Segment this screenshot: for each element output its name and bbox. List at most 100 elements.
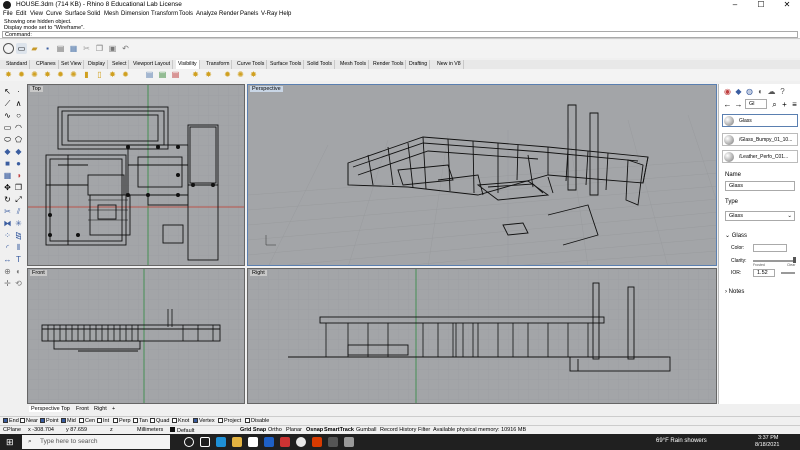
display-tab-icon[interactable]: ◍ [744,86,755,97]
boolean-icon[interactable]: ◑ [13,170,24,181]
show-all-icon[interactable]: ✹ [222,69,233,80]
menu-tools[interactable]: Tools [179,11,193,17]
menu-dimension[interactable]: Dimension [121,11,149,17]
show-objects-icon[interactable]: ✸ [42,69,53,80]
polygon-icon[interactable]: ⬠ [13,134,24,145]
store-icon[interactable] [248,437,258,447]
hide-objects-icon[interactable]: ✹ [55,69,66,80]
material-item[interactable]: Glass [722,114,798,127]
select-arrow-icon[interactable]: ↖ [2,86,13,97]
snap-quad[interactable]: Quad [150,418,169,424]
close-button[interactable]: ✕ [774,0,800,9]
forward-icon[interactable]: → [733,99,744,110]
command-input[interactable]: Command: [2,31,798,38]
join-icon[interactable]: ⧓ [2,218,13,229]
viewport-label[interactable]: Top [30,86,43,92]
polyline-icon[interactable]: ∧ [13,98,24,109]
viewport-label[interactable]: Perspective [250,86,283,92]
material-search-input[interactable]: Gl [745,99,767,109]
text-icon[interactable]: T [13,254,24,265]
app-icon[interactable] [328,437,338,447]
tab-new-in-v8[interactable]: New in V8 [435,60,464,69]
undo-icon[interactable]: ↶ [120,43,131,54]
menu-file[interactable]: File [3,11,13,17]
clock-time[interactable]: 3:37 PM [758,435,778,441]
add-viewport-tab-button[interactable]: + [110,406,117,412]
history-icon[interactable]: ⟲ [13,278,24,289]
snap-end[interactable]: End [3,418,19,424]
copy-icon[interactable]: ❐ [94,43,105,54]
split-icon[interactable]: ⫽ [13,206,24,217]
viewport-label[interactable]: Front [30,270,47,276]
osnap-toggle[interactable]: Osnap [306,427,323,433]
show-icon[interactable]: ✸ [190,69,201,80]
record-history-toggle[interactable]: Record History [380,427,416,433]
tab-set-view[interactable]: Set View [59,60,85,69]
minimize-button[interactable]: – [722,0,748,9]
viewport-perspective[interactable]: Perspective [247,84,717,266]
offset-icon[interactable]: ⫴ [13,242,24,253]
layer-off-icon[interactable]: ▤ [170,69,181,80]
tab-curve-tools[interactable]: Curve Tools [235,60,268,69]
clarity-slider[interactable] [753,260,793,262]
layer-indicator[interactable]: Default [170,427,194,434]
environment-tab-icon[interactable]: ☁ [766,86,777,97]
print-icon[interactable]: ▤ [55,43,66,54]
menu-vray[interactable]: V-Ray [261,11,277,17]
gumball-toggle[interactable]: Gumball [356,427,376,433]
trim-icon[interactable]: ✂ [2,206,13,217]
menu-transform[interactable]: Transform [151,11,178,17]
snap-vertex[interactable]: Vertex [193,418,215,424]
ior-input[interactable]: 1.52 [753,269,775,277]
mail-icon[interactable] [264,437,274,447]
sun-icon[interactable]: ✸ [3,69,14,80]
tab-visibility[interactable]: Visibility [176,60,200,69]
menu-icon[interactable]: ≡ [789,99,800,110]
menu-help[interactable]: Help [279,11,291,17]
tab-render-tools[interactable]: Render Tools [371,60,407,69]
scale-icon[interactable]: ⤢ [13,194,24,205]
rotate-icon[interactable]: ↻ [2,194,13,205]
cortana-icon[interactable] [184,437,194,447]
back-icon[interactable]: ← [722,99,733,110]
snap-perp[interactable]: Perp [113,418,131,424]
tab-surface-tools[interactable]: Surface Tools [268,60,305,69]
viewport-top[interactable]: Top [27,84,245,266]
menu-render[interactable]: Render [219,11,239,17]
cancel-icon[interactable] [3,43,14,54]
move-icon[interactable]: ✥ [2,182,13,193]
tab-drafting[interactable]: Drafting [407,60,431,69]
cplane-label[interactable]: CPlane [3,427,21,433]
menu-panels[interactable]: Panels [240,11,258,17]
show-selected-icon[interactable]: ✸ [107,69,118,80]
rectangle-icon[interactable]: ▭ [2,122,13,133]
box-icon[interactable]: ■ [2,158,13,169]
notes-section-header[interactable]: › Notes [725,289,744,295]
snap-near[interactable]: Near [20,418,38,424]
snap-cen[interactable]: Cen [79,418,95,424]
menu-analyze[interactable]: Analyze [196,11,217,17]
new-file-icon[interactable]: ▭ [16,43,27,54]
open-folder-icon[interactable]: ▰ [29,43,40,54]
layer-visible-icon[interactable]: ▤ [157,69,168,80]
menu-surface[interactable]: Surface [65,11,86,17]
material-item[interactable]: /Leather_Perfo_C01... [722,150,798,163]
tab-viewport-layout[interactable]: Viewport Layout [131,60,174,69]
arc-icon[interactable]: ◠ [13,122,24,133]
snap-int[interactable]: Int [97,418,109,424]
hide-icon[interactable]: ✸ [203,69,214,80]
cut-icon[interactable]: ✂ [81,43,92,54]
material-item[interactable]: /Glass_Bumpy_01_10... [722,133,798,146]
vptab-front[interactable]: Front [74,406,91,412]
material-name-field[interactable]: Glass [725,181,795,191]
rhino-taskbar-icon[interactable] [344,437,354,447]
snap-point[interactable]: Point [40,418,59,424]
paste-icon[interactable]: ▣ [107,43,118,54]
clock-date[interactable]: 8/18/2021 [755,442,779,448]
tab-mesh-tools[interactable]: Mesh Tools [338,60,370,69]
hide-points-icon[interactable]: ✹ [120,69,131,80]
snap-mid[interactable]: Mid [61,418,76,424]
ortho-toggle[interactable]: Ortho [268,427,282,433]
lock-icon[interactable]: ▮ [81,69,92,80]
properties-tab-icon[interactable]: ◉ [722,86,733,97]
